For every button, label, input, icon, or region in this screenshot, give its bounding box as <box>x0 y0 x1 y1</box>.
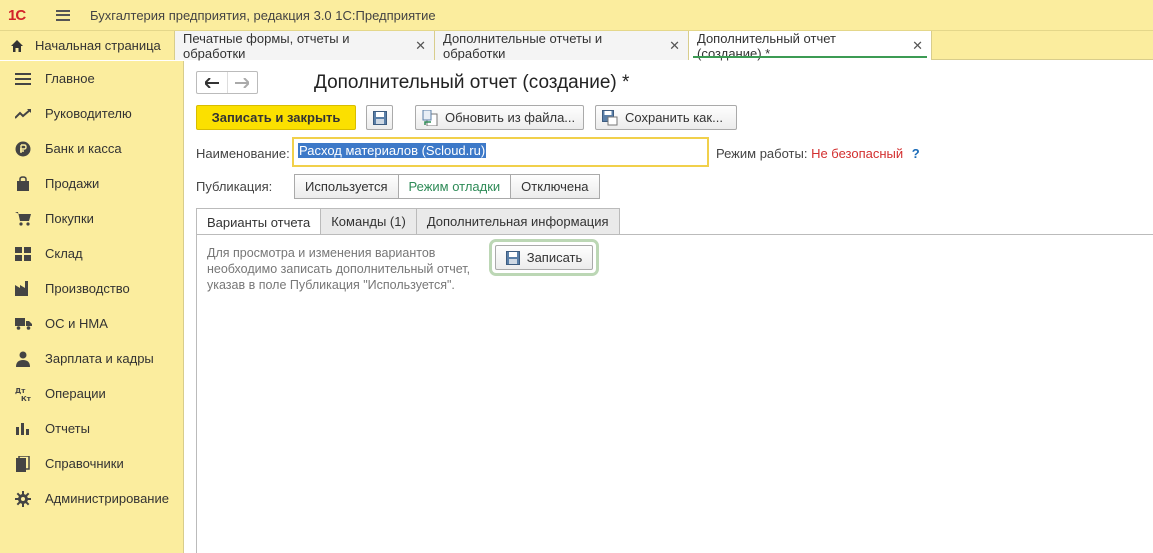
svg-text:Кт: Кт <box>21 395 31 402</box>
arrow-right-icon <box>235 77 250 88</box>
hint-text: Для просмотра и изменения вариантов необ… <box>207 246 471 292</box>
write-button-label: Записать <box>526 250 583 265</box>
person-icon <box>14 350 32 368</box>
sidebar-item-manager[interactable]: Руководителю <box>0 96 183 131</box>
sidebar-item-catalogs[interactable]: Справочники <box>0 446 183 481</box>
sidebar-item-label: Отчеты <box>45 421 90 436</box>
tab-label: Печатные формы, отчеты и обработки <box>183 30 350 61</box>
title-bar: 1С Бухгалтерия предприятия, редакция 3.0… <box>0 0 1153 31</box>
trend-icon <box>14 105 32 123</box>
sidebar-item-label: Продажи <box>45 176 100 191</box>
app-title: Бухгалтерия предприятия, редакция 3.0 1С… <box>90 7 436 23</box>
report-variants-panel: Для просмотра и изменения вариантов необ… <box>196 234 1153 553</box>
floppy-disk-icon <box>372 110 387 125</box>
save-as-icon <box>602 109 618 126</box>
sidebar-item-label: Главное <box>45 71 95 86</box>
sections-panel: Главное Руководителю Банк и касса Продаж… <box>0 61 184 553</box>
tab-additional-reports[interactable]: Дополнительные отчеты и обработки ✕ <box>435 30 689 61</box>
forward-button[interactable] <box>226 72 258 93</box>
form-tabs: Варианты отчета Команды (1) Дополнительн… <box>196 208 620 235</box>
floppy-disk-icon <box>505 250 520 265</box>
sidebar-item-label: ОС и НМА <box>45 316 108 331</box>
sidebar-item-label: Производство <box>45 281 130 296</box>
back-button[interactable] <box>197 72 227 93</box>
update-file-icon <box>422 109 438 126</box>
write-button[interactable]: Записать <box>495 245 593 270</box>
publication-option-used[interactable]: Используется <box>294 174 399 199</box>
bag-icon <box>14 175 32 193</box>
sidebar-item-label: Администрирование <box>45 491 169 506</box>
close-icon[interactable]: ✕ <box>912 38 923 54</box>
app-logo[interactable]: 1С <box>8 6 42 24</box>
tab-commands[interactable]: Команды (1) <box>320 208 417 234</box>
mode-label: Режим работы: <box>716 146 808 161</box>
sidebar-item-label: Банк и касса <box>45 141 122 156</box>
sidebar-item-label: Справочники <box>45 456 124 471</box>
sidebar-item-purchases[interactable]: Покупки <box>0 201 183 236</box>
page-title: Дополнительный отчет (создание) * <box>314 72 630 93</box>
home-icon <box>10 39 24 53</box>
update-from-file-label: Обновить из файла... <box>445 110 576 125</box>
sidebar-item-label: Операции <box>45 386 106 401</box>
tab-report-variants[interactable]: Варианты отчета <box>196 208 322 235</box>
history-nav <box>196 71 258 94</box>
form-area: Дополнительный отчет (создание) * Записа… <box>185 61 1153 553</box>
factory-icon <box>14 280 32 298</box>
mode-field: Режим работы: Не безопасный ? <box>716 146 920 161</box>
tab-print-forms[interactable]: Печатные формы, отчеты и обработки ✕ <box>175 30 435 61</box>
sidebar-item-administration[interactable]: Администрирование <box>0 481 183 516</box>
sidebar-item-label: Покупки <box>45 211 94 226</box>
tab-additional-info[interactable]: Дополнительная информация <box>415 208 620 234</box>
dt-kt-icon: Дт Кт <box>14 385 32 403</box>
grid-icon <box>14 245 32 263</box>
books-icon <box>14 455 32 473</box>
publication-label: Публикация: <box>196 179 273 194</box>
sidebar-item-label: Склад <box>45 246 83 261</box>
truck-icon <box>14 315 32 333</box>
save-as-label: Сохранить как... <box>625 110 723 125</box>
update-from-file-button[interactable]: Обновить из файла... <box>415 105 584 130</box>
arrow-left-icon <box>204 77 219 88</box>
sidebar-item-fixed-assets[interactable]: ОС и НМА <box>0 306 183 341</box>
publication-selector: Используется Режим отладки Отключена <box>294 174 600 199</box>
cart-icon <box>14 210 32 228</box>
sidebar-item-salary[interactable]: Зарплата и кадры <box>0 341 183 376</box>
sidebar-item-bank[interactable]: Банк и касса <box>0 131 183 166</box>
close-icon[interactable]: ✕ <box>669 38 680 54</box>
close-icon[interactable]: ✕ <box>415 38 426 54</box>
sidebar-item-production[interactable]: Производство <box>0 271 183 306</box>
sidebar-item-label: Зарплата и кадры <box>45 351 154 366</box>
svg-text:Дт: Дт <box>15 387 26 395</box>
name-input[interactable]: Расход материалов (Scloud.ru) <box>292 137 709 167</box>
sidebar-item-reports[interactable]: Отчеты <box>0 411 183 446</box>
help-icon[interactable]: ? <box>912 146 920 161</box>
tab-label: Дополнительный отчет (создание) * <box>697 30 836 61</box>
mode-value-link[interactable]: Не безопасный <box>811 146 903 161</box>
publication-option-debug[interactable]: Режим отладки <box>397 174 512 199</box>
write-button-focus-ring: Записать <box>489 239 599 276</box>
name-input-value: Расход материалов (Scloud.ru) <box>298 143 487 158</box>
sidebar-item-main[interactable]: Главное <box>0 61 183 96</box>
sidebar-item-warehouse[interactable]: Склад <box>0 236 183 271</box>
name-label: Наименование: <box>196 146 290 161</box>
open-windows-bar: Начальная страница Печатные формы, отчет… <box>0 30 1153 61</box>
bar-chart-icon <box>14 420 32 438</box>
gear-icon <box>14 490 32 508</box>
tab-label: Начальная страница <box>35 38 161 53</box>
publication-option-disabled[interactable]: Отключена <box>510 174 600 199</box>
main-menu-icon[interactable] <box>56 9 70 21</box>
ruble-icon <box>14 140 32 158</box>
tab-label: Дополнительные отчеты и обработки <box>443 30 603 61</box>
save-and-close-button[interactable]: Записать и закрыть <box>196 105 356 130</box>
save-button[interactable] <box>366 105 393 130</box>
list-icon <box>14 70 32 88</box>
tab-additional-report-create[interactable]: Дополнительный отчет (создание) * ✕ <box>689 30 932 61</box>
sidebar-item-operations[interactable]: Дт Кт Операции <box>0 376 183 411</box>
sidebar-item-sales[interactable]: Продажи <box>0 166 183 201</box>
sidebar-item-label: Руководителю <box>45 106 132 121</box>
tab-home[interactable]: Начальная страница <box>0 31 175 60</box>
save-as-button[interactable]: Сохранить как... <box>595 105 737 130</box>
